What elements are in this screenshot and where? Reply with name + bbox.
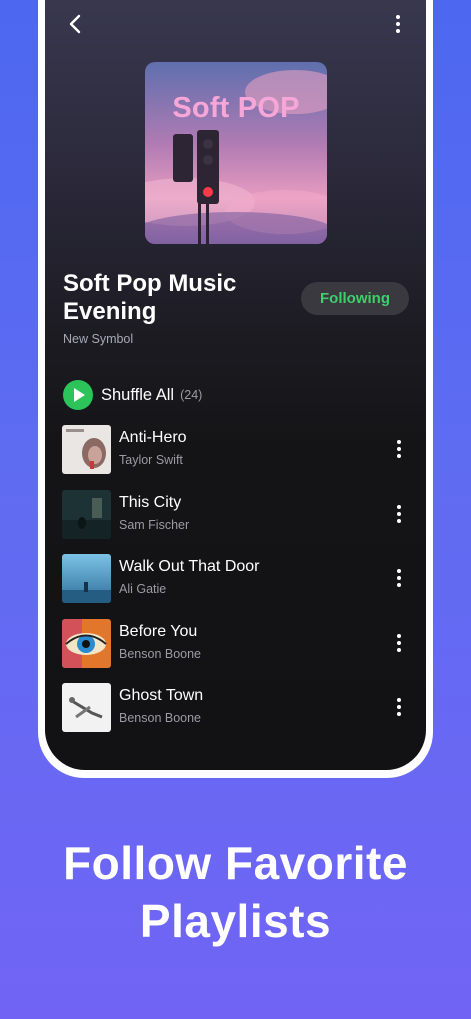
track-title: Walk Out That Door xyxy=(119,558,260,575)
promo-headline-line1: Follow Favorite xyxy=(63,837,408,889)
track-row[interactable]: This City Sam Fischer xyxy=(62,489,409,555)
more-vertical-icon xyxy=(397,440,401,458)
track-more-button[interactable] xyxy=(389,437,409,461)
back-button[interactable] xyxy=(63,8,89,40)
playlist-more-button[interactable] xyxy=(388,8,408,40)
track-more-button[interactable] xyxy=(389,695,409,719)
track-artist: Taylor Swift xyxy=(119,453,183,467)
play-icon xyxy=(63,380,93,410)
track-list: Anti-Hero Taylor Swift This City Sam Fis… xyxy=(62,425,409,748)
more-vertical-icon xyxy=(397,698,401,716)
top-bar xyxy=(45,8,426,40)
track-artist: Sam Fischer xyxy=(119,517,190,532)
shuffle-label: Shuffle All xyxy=(101,385,175,404)
promo-headline: Follow Favorite Playlists xyxy=(0,834,471,950)
track-title: Anti-Hero xyxy=(119,429,187,446)
cover-artwork xyxy=(145,62,327,244)
more-vertical-icon xyxy=(397,569,401,587)
playlist-title: Soft Pop Music Evening xyxy=(63,270,237,325)
track-artist: Ali Gatie xyxy=(119,582,167,596)
track-row[interactable]: Before You Benson Boone xyxy=(62,618,409,684)
track-title: Before You xyxy=(119,622,198,640)
track-more-button[interactable] xyxy=(389,631,409,655)
track-count: (24) xyxy=(180,388,203,402)
track-more-button[interactable] xyxy=(389,566,409,590)
track-more-button[interactable] xyxy=(389,502,409,526)
track-row[interactable]: Ghost Town Benson Boone xyxy=(62,683,409,748)
phone-frame: Soft POP Soft Pop Music Evening New Symb… xyxy=(38,0,433,778)
more-vertical-icon xyxy=(397,504,401,523)
track-artwork xyxy=(62,425,111,474)
more-vertical-icon xyxy=(397,633,401,652)
app-screen: Soft POP Soft Pop Music Evening New Symb… xyxy=(45,0,426,770)
chevron-left-icon xyxy=(69,14,81,34)
track-title: This City xyxy=(119,493,182,511)
track-artist: Benson Boone xyxy=(119,711,202,725)
track-row[interactable]: Walk Out That Door Ali Gatie xyxy=(62,554,409,619)
track-title: Ghost Town xyxy=(119,687,204,704)
track-artwork xyxy=(62,489,111,539)
playlist-cover: Soft POP xyxy=(145,62,327,244)
cover-title: Soft POP xyxy=(172,92,300,124)
track-row[interactable]: Anti-Hero Taylor Swift xyxy=(62,425,409,490)
promo-headline-line2: Playlists xyxy=(139,895,332,947)
track-artwork xyxy=(62,683,111,732)
playlist-owner[interactable]: New Symbol xyxy=(63,332,133,346)
shuffle-all-button[interactable]: Shuffle All (24) xyxy=(63,380,202,410)
more-vertical-icon xyxy=(396,15,400,33)
track-artist: Benson Boone xyxy=(119,646,202,661)
following-button[interactable]: Following xyxy=(301,282,409,315)
track-artwork xyxy=(62,618,111,668)
track-artwork xyxy=(62,554,111,603)
